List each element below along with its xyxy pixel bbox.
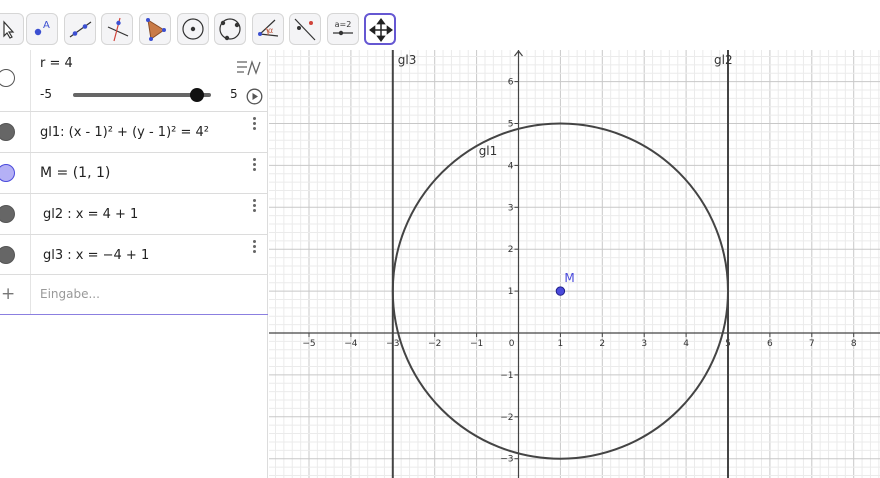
row-divider	[30, 235, 31, 274]
x-tick-label: 8	[851, 339, 857, 349]
x-tick-label: 2	[599, 339, 605, 349]
add-icon[interactable]: +	[1, 284, 15, 304]
move-graphics-view-tool-button[interactable]	[364, 13, 396, 45]
y-tick-label: −3	[500, 455, 513, 465]
x-tick-label: 1	[558, 339, 564, 349]
algebra-view: r = 4 -5 5 gl1: (x - 1)² + (y - 1)² = 4²	[0, 50, 268, 478]
slider-max-label: 5	[230, 87, 238, 101]
algebra-row-gl3[interactable]: gl3 : x = −4 + 1	[0, 235, 268, 275]
toolbar: A α a=2	[0, 0, 880, 50]
slider-tool-button[interactable]: a=2	[327, 13, 359, 45]
slider-track[interactable]	[73, 88, 211, 102]
angle-icon: α	[258, 19, 279, 37]
algebra-row-text: M = (1, 1)	[40, 165, 111, 181]
graphics-view[interactable]: −5−4−3−2−1012345678−3−2−1123456gl2gl3gl1…	[269, 50, 880, 478]
row-divider	[30, 112, 31, 152]
y-tick-label: 6	[508, 78, 514, 88]
slider-min-label: -5	[40, 87, 52, 101]
algebra-row-text: gl2 : x = 4 + 1	[43, 207, 139, 222]
visibility-toggle[interactable]	[0, 164, 15, 182]
algebra-description-mode-icon[interactable]	[236, 59, 264, 77]
algebra-row-gl2[interactable]: gl2 : x = 4 + 1	[0, 194, 268, 235]
more-options-icon[interactable]	[253, 117, 257, 132]
perpendicular-line-tool-button[interactable]	[101, 13, 133, 45]
row-divider	[30, 50, 31, 111]
cursor-arrow-icon	[3, 20, 15, 39]
angle-tool-glyph: α	[268, 26, 273, 35]
y-tick-label: −2	[500, 413, 513, 423]
algebra-input-row[interactable]: + Eingabe...	[0, 275, 268, 315]
angle-tool-button[interactable]: α	[252, 13, 284, 45]
circle-three-points-icon	[219, 18, 241, 41]
move-tool-button[interactable]	[0, 13, 24, 45]
x-tick-label: −5	[302, 339, 315, 349]
slider-label: r = 4	[40, 56, 73, 71]
algebra-row-text: gl3 : x = −4 + 1	[43, 248, 150, 263]
row-divider	[30, 153, 31, 193]
x-tick-label: 6	[767, 339, 773, 349]
y-tick-label: −1	[500, 371, 513, 381]
origin-label: 0	[509, 339, 515, 349]
slider-icon: a=2	[333, 20, 353, 36]
algebra-row-text: gl1: (x - 1)² + (y - 1)² = 4²	[40, 125, 209, 140]
y-tick-label: 1	[508, 287, 514, 297]
circle-center-point-tool-button[interactable]	[177, 13, 209, 45]
move-arrows-icon	[369, 18, 393, 42]
slider-tool-glyph: a=2	[335, 20, 352, 29]
circle-three-points-tool-button[interactable]	[214, 13, 246, 45]
point-M	[555, 286, 566, 296]
line-gl3-label: gl3	[398, 53, 417, 67]
more-options-icon[interactable]	[253, 199, 257, 214]
algebra-row-slider-r: r = 4 -5 5	[0, 50, 268, 112]
algebra-row-gl1[interactable]: gl1: (x - 1)² + (y - 1)² = 4²	[0, 112, 268, 153]
visibility-toggle[interactable]	[0, 205, 15, 223]
visibility-toggle[interactable]	[0, 246, 15, 264]
circle-center-icon	[182, 18, 204, 40]
row-divider	[30, 194, 31, 234]
algebra-row-M[interactable]: M = (1, 1)	[0, 153, 268, 194]
line-icon	[69, 21, 92, 38]
y-tick-label: 3	[508, 203, 514, 213]
y-tick-label: 5	[508, 120, 514, 130]
visibility-toggle[interactable]	[0, 123, 15, 141]
x-tick-label: −1	[470, 339, 483, 349]
line-gl2-label: gl2	[714, 53, 733, 67]
reflect-tool-button[interactable]	[289, 13, 321, 45]
geogebra-app: A α a=2 r = 4 -5 5 gl1: (x - 1)² + (y - …	[0, 0, 880, 478]
graphics-canvas[interactable]: −5−4−3−2−1012345678−3−2−1123456gl2gl3gl1…	[269, 50, 880, 478]
more-options-icon[interactable]	[253, 158, 257, 173]
point-M-label: M	[564, 271, 574, 285]
point-tool-button[interactable]: A	[26, 13, 58, 45]
more-options-icon[interactable]	[253, 240, 257, 255]
x-tick-label: −2	[428, 339, 441, 349]
x-tick-label: −4	[344, 339, 358, 349]
visibility-toggle[interactable]	[0, 69, 15, 87]
point-icon: A	[34, 20, 50, 36]
polygon-icon	[146, 18, 166, 41]
reflect-icon	[294, 18, 316, 41]
x-tick-label: 3	[641, 339, 647, 349]
polygon-tool-button[interactable]	[139, 13, 171, 45]
row-divider	[30, 275, 31, 314]
input-bar[interactable]: Eingabe...	[40, 287, 100, 301]
line-tool-button[interactable]	[64, 13, 96, 45]
circle-gl1-label: gl1	[479, 144, 498, 158]
point-tool-glyph: A	[43, 20, 50, 31]
x-tick-label: 4	[683, 339, 689, 349]
y-tick-label: 4	[508, 161, 514, 171]
perpendicular-line-icon	[107, 17, 129, 42]
play-icon[interactable]	[246, 88, 263, 105]
slider-thumb[interactable]	[190, 88, 205, 102]
y-tick-label: 2	[508, 245, 514, 255]
x-tick-label: 7	[809, 339, 815, 349]
